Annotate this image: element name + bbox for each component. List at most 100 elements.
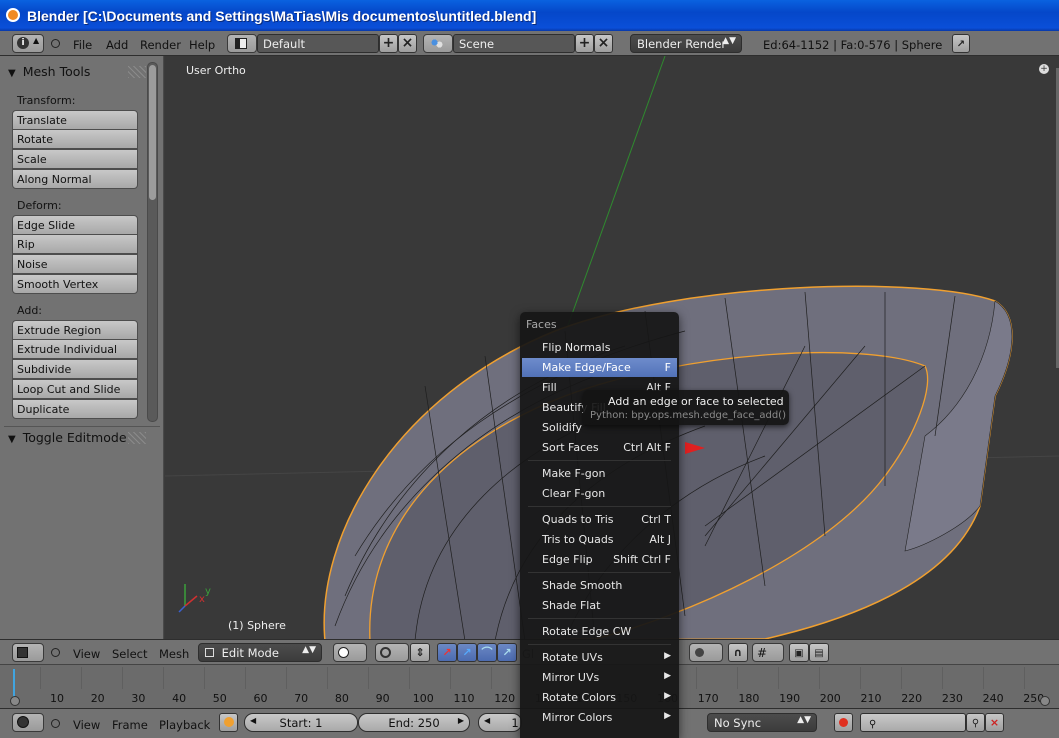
menu-item-mirror-uvs[interactable]: Mirror UVs ▶ [522, 668, 677, 687]
start-frame-field[interactable]: ◀ Start: 1 [244, 713, 358, 732]
translate-manipulator-button[interactable]: ↗ [437, 643, 457, 662]
collapse-menu-icon[interactable] [51, 648, 60, 657]
menu-item-rotate-uvs[interactable]: Rotate UVs ▶ [522, 648, 677, 667]
snap-toggle-button[interactable]: ∩ [728, 643, 748, 662]
loop-cut-slide-button[interactable]: Loop Cut and Slide [12, 379, 138, 399]
rip-button[interactable]: Rip [12, 234, 138, 254]
snap-element-button[interactable]: # [752, 643, 784, 662]
rotate-manipulator-button[interactable]: ⌒ [477, 643, 497, 662]
panel-header-toggle-editmode[interactable]: ▼ Toggle Editmode [8, 430, 127, 445]
timeline-tick-label: 30 [131, 692, 146, 705]
panel-header-mesh-tools[interactable]: ▼ Mesh Tools [8, 64, 90, 79]
scene-browse-button[interactable] [423, 34, 453, 53]
insert-keyframe-button[interactable]: ⚲ [966, 713, 985, 732]
scale-button[interactable]: Scale [12, 149, 138, 169]
menu-item-make-edge-face[interactable]: Make Edge/Face F [522, 358, 677, 377]
scale-manipulator-button[interactable]: ↗ [497, 643, 517, 662]
opengl-animation-button[interactable]: ▤ [809, 643, 829, 662]
increment-arrow-icon[interactable]: ▶ [458, 716, 464, 725]
scrollbar-thumb[interactable] [149, 65, 156, 200]
add-scene-button[interactable]: + [575, 34, 594, 53]
add-screen-button[interactable]: + [379, 34, 398, 53]
menu-help[interactable]: Help [189, 38, 215, 52]
axis-widget-z [178, 605, 186, 613]
smooth-vertex-button[interactable]: Smooth Vertex [12, 274, 138, 294]
noise-button[interactable]: Noise [12, 254, 138, 274]
properties-toggle-icon[interactable]: + [1039, 64, 1049, 74]
menu-item-edge-flip[interactable]: Edge Flip Shift Ctrl F [522, 550, 677, 569]
delete-screen-button[interactable]: × [398, 34, 417, 53]
editor-type-button[interactable] [12, 713, 44, 732]
duplicate-button[interactable]: Duplicate [12, 399, 138, 419]
editor-type-button[interactable]: i ▲ [12, 34, 44, 53]
timeline-tick-label: 210 [860, 692, 882, 705]
collapse-menu-icon[interactable] [51, 39, 60, 48]
move-manipulator-button[interactable]: ↗ [457, 643, 477, 662]
fullscreen-button[interactable]: ↗ [952, 34, 970, 53]
translate-button[interactable]: Translate [12, 110, 138, 130]
edge-slide-button[interactable]: Edge Slide [12, 215, 138, 235]
end-frame-label: End: 250 [388, 716, 440, 730]
pivot-point-button[interactable] [375, 643, 409, 662]
opengl-render-button[interactable]: ▣ [789, 643, 809, 662]
menu-view[interactable]: View [73, 647, 100, 661]
menu-item-sort-faces[interactable]: Sort Faces Ctrl Alt F [522, 438, 677, 457]
close-icon: × [597, 35, 610, 51]
menu-item-shade-smooth[interactable]: Shade Smooth [522, 576, 677, 595]
interaction-mode-dropdown[interactable]: Edit Mode ▲▼ [198, 643, 322, 662]
preview-range-button[interactable] [219, 713, 238, 732]
end-frame-field[interactable]: End: 250 ▶ [358, 713, 470, 732]
menu-item-rotate-edge-cw[interactable]: Rotate Edge CW [522, 622, 677, 641]
collapse-menu-icon[interactable] [51, 719, 60, 728]
menu-item-clear-f-gon[interactable]: Clear F-gon [522, 484, 677, 503]
extrude-individual-button[interactable]: Extrude Individual [12, 339, 138, 359]
menu-item-make-f-gon[interactable]: Make F-gon [522, 464, 677, 483]
menu-render[interactable]: Render [140, 38, 181, 52]
menu-frame[interactable]: Frame [112, 718, 148, 732]
menu-item-flip-normals[interactable]: Flip Normals [522, 338, 677, 357]
screen-layout-browse-button[interactable] [227, 34, 257, 53]
menu-playback[interactable]: Playback [159, 718, 210, 732]
subdivide-button[interactable]: Subdivide [12, 359, 138, 379]
render-engine-dropdown[interactable]: Blender Render ▲▼ [630, 34, 742, 53]
menu-select[interactable]: Select [112, 647, 147, 661]
menu-item-tris-to-quads[interactable]: Tris to Quads Alt J [522, 530, 677, 549]
auto-keyframe-button[interactable] [834, 713, 853, 732]
menu-item-label: Sort Faces [542, 441, 599, 454]
proportional-edit-button[interactable] [689, 643, 723, 662]
current-frame-field[interactable]: ◀ 1 [478, 713, 522, 732]
menu-file[interactable]: File [73, 38, 92, 52]
editor-type-button[interactable] [12, 643, 44, 662]
keying-set-field[interactable]: ⚲ [860, 713, 966, 732]
menu-view[interactable]: View [73, 718, 100, 732]
menu-item-quads-to-tris[interactable]: Quads to Tris Ctrl T [522, 510, 677, 529]
rotate-button[interactable]: Rotate [12, 129, 138, 149]
along-normal-button[interactable]: Along Normal [12, 169, 138, 189]
scroll-handle-right[interactable] [1040, 696, 1050, 706]
scroll-handle-left[interactable] [10, 696, 20, 706]
menu-mesh[interactable]: Mesh [159, 647, 189, 661]
menu-item-shade-flat[interactable]: Shade Flat [522, 596, 677, 615]
delete-keyframe-button[interactable]: × [985, 713, 1004, 732]
menu-item-shortcut: Ctrl T [641, 513, 671, 526]
delete-scene-button[interactable]: × [594, 34, 613, 53]
panel-grip-icon[interactable] [128, 66, 146, 78]
viewport-shading-button[interactable] [333, 643, 367, 662]
panel-grip-icon[interactable] [128, 432, 146, 444]
panel-divider [4, 426, 160, 427]
decrement-arrow-icon[interactable]: ◀ [250, 716, 256, 725]
extrude-region-button[interactable]: Extrude Region [12, 320, 138, 340]
timeline-tick-label: 240 [982, 692, 1004, 705]
tool-shelf-scrollbar[interactable] [147, 62, 158, 422]
manipulator-icon: ⇕ [415, 646, 425, 659]
manipulator-toggle-button[interactable]: ⇕ [410, 643, 430, 662]
menu-separator [528, 644, 671, 645]
sync-mode-dropdown[interactable]: No Sync ▲▼ [707, 713, 817, 732]
menu-item-rotate-colors[interactable]: Rotate Colors ▶ [522, 688, 677, 707]
menu-add[interactable]: Add [106, 38, 128, 52]
menu-item-mirror-colors[interactable]: Mirror Colors ▶ [522, 708, 677, 727]
screen-layout-field[interactable]: Default [257, 34, 379, 53]
layout-icon [235, 38, 247, 49]
decrement-arrow-icon[interactable]: ◀ [484, 716, 490, 725]
scene-field[interactable]: Scene [453, 34, 575, 53]
